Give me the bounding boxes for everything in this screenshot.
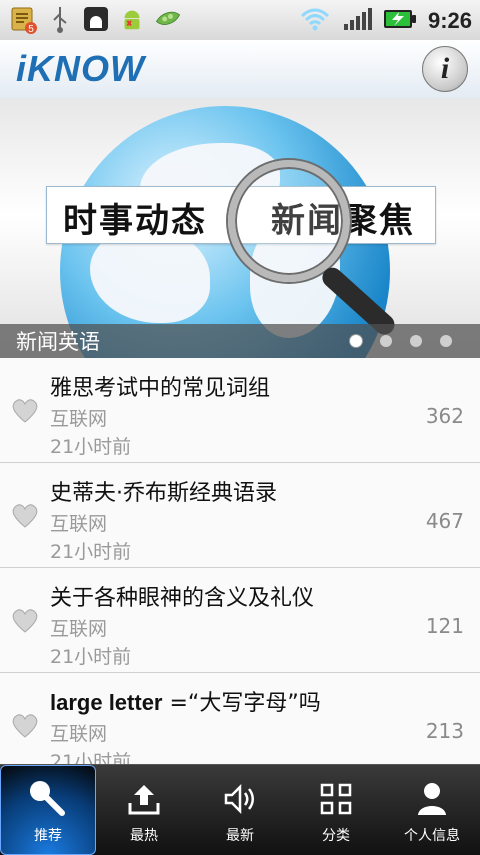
article-list: 雅思考试中的常见词组 互联网 21小时前 362 史蒂夫·乔布斯经典语录 互联网… xyxy=(0,358,480,764)
article-count: 213 xyxy=(425,719,464,743)
notes-notification-icon: 5 xyxy=(10,4,38,34)
article-source: 互联网 xyxy=(50,723,108,745)
article-source: 互联网 xyxy=(50,408,108,430)
article-time: 21小时前 xyxy=(50,646,132,668)
article-count: 121 xyxy=(425,614,464,638)
tab-hot[interactable]: 最热 xyxy=(96,765,192,855)
carousel-dots xyxy=(350,335,452,347)
tab-category-label: 分类 xyxy=(322,828,350,844)
upload-icon xyxy=(122,777,166,825)
status-time: 9:26 xyxy=(427,8,472,33)
heart-icon[interactable] xyxy=(10,398,40,424)
battery-charging-icon xyxy=(382,6,418,36)
article-title: large letter =“大写字母”吗 xyxy=(50,685,321,717)
carousel-dot[interactable] xyxy=(410,335,422,347)
heart-icon[interactable] xyxy=(10,503,40,529)
banner-caption: 新闻英语 xyxy=(16,330,100,354)
article-count: 362 xyxy=(425,404,464,428)
person-icon xyxy=(410,777,454,825)
tab-recommend[interactable]: 推荐 xyxy=(0,765,96,855)
wifi-icon xyxy=(298,6,332,36)
app-logo: iKNOW xyxy=(16,48,145,89)
article-item[interactable]: 关于各种眼神的含义及礼仪 互联网 21小时前 121 xyxy=(0,568,480,673)
article-title: 关于各种眼神的含义及礼仪 xyxy=(50,586,315,611)
tab-profile-label: 个人信息 xyxy=(404,828,460,844)
info-button[interactable]: i xyxy=(422,46,468,92)
tab-latest[interactable]: 最新 xyxy=(192,765,288,855)
android-debug-icon xyxy=(82,4,110,34)
tab-hot-label: 最热 xyxy=(130,828,158,844)
tab-recommend-label: 推荐 xyxy=(34,828,62,844)
banner-caption-bar: 新闻英语 xyxy=(0,324,480,358)
tab-latest-label: 最新 xyxy=(226,828,254,844)
microphone-icon xyxy=(26,777,70,825)
article-time: 21小时前 xyxy=(50,541,132,563)
svg-text:5: 5 xyxy=(28,24,34,34)
article-item[interactable]: 雅思考试中的常见词组 互联网 21小时前 362 xyxy=(0,358,480,463)
status-bar-left-icons: 5 xyxy=(10,4,182,34)
article-title: 史蒂夫·乔布斯经典语录 xyxy=(50,481,277,506)
bottom-navigation: 推荐 最热 最新 分类 个人信息 xyxy=(0,764,480,855)
grid-icon xyxy=(314,777,358,825)
featured-banner[interactable]: 时事动态 新闻聚焦 新闻英语 xyxy=(0,98,480,358)
article-time: 21小时前 xyxy=(50,751,132,764)
android-robot-icon xyxy=(118,4,146,34)
article-title-rest: =“大写字母”吗 xyxy=(169,691,321,716)
article-time: 21小时前 xyxy=(50,436,132,458)
article-item[interactable]: 史蒂夫·乔布斯经典语录 互联网 21小时前 467 xyxy=(0,463,480,568)
carousel-dot[interactable] xyxy=(440,335,452,347)
article-count: 467 xyxy=(425,509,464,533)
heart-icon[interactable] xyxy=(10,608,40,634)
carousel-dot[interactable] xyxy=(380,335,392,347)
carousel-dot-active[interactable] xyxy=(350,335,362,347)
article-source: 互联网 xyxy=(50,513,108,535)
usb-icon xyxy=(46,4,74,34)
peapod-icon xyxy=(154,4,182,34)
article-title: 雅思考试中的常见词组 xyxy=(50,376,271,401)
tab-profile[interactable]: 个人信息 xyxy=(384,765,480,855)
article-item[interactable]: large letter =“大写字母”吗 互联网 21小时前 213 xyxy=(0,673,480,764)
article-title-bold: large letter xyxy=(50,690,163,715)
speaker-icon xyxy=(218,777,262,825)
info-icon: i xyxy=(440,52,450,85)
app-header: iKNOW i xyxy=(0,40,480,99)
tab-category[interactable]: 分类 xyxy=(288,765,384,855)
signal-icon xyxy=(342,6,372,36)
magnifier-icon xyxy=(228,160,350,282)
banner-headline-left: 时事动态 xyxy=(63,201,207,241)
article-source: 互联网 xyxy=(50,618,108,640)
status-bar: 5 9:26 xyxy=(0,0,480,41)
status-bar-right-icons: 9:26 xyxy=(298,6,472,36)
heart-icon[interactable] xyxy=(10,713,40,739)
